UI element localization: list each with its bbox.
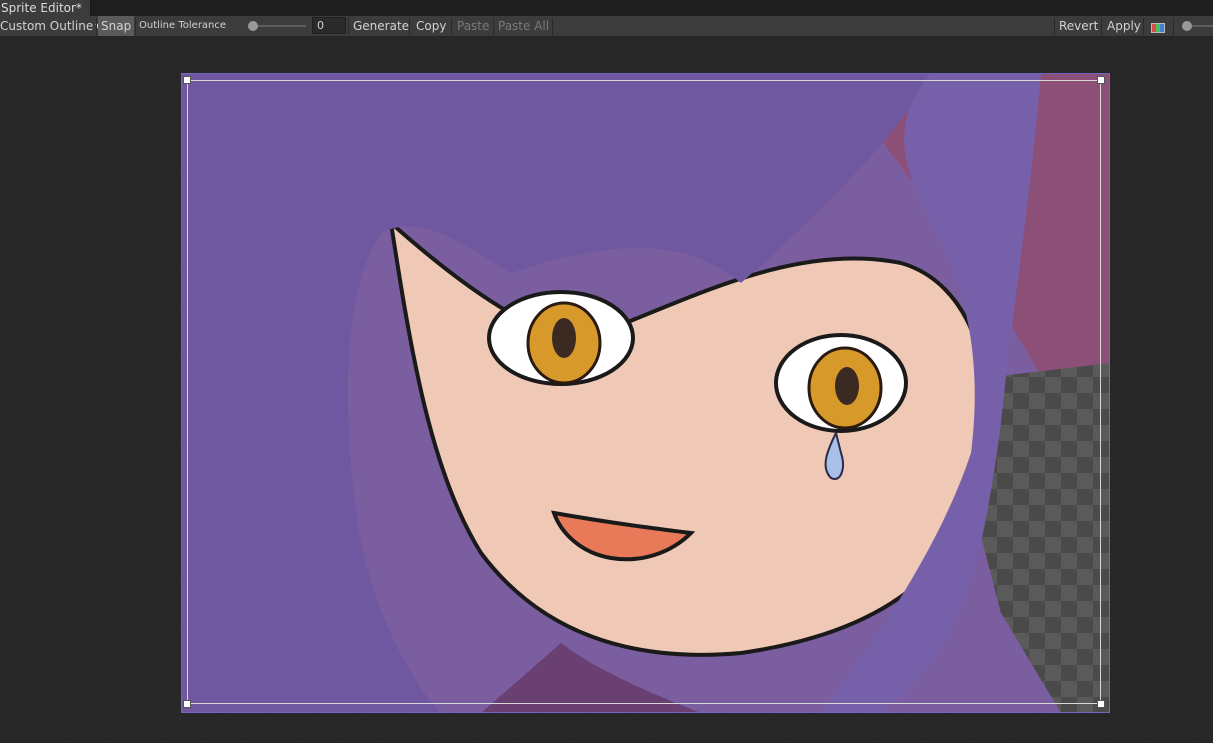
apply-button[interactable]: Apply: [1104, 16, 1144, 36]
outline-vertex-handle[interactable]: [1097, 76, 1105, 84]
toolbar: Custom Outline▼ Snap Outline Tolerance 0…: [0, 16, 1213, 37]
generate-button[interactable]: Generate: [350, 16, 412, 36]
outline-vertex-handle[interactable]: [183, 700, 191, 708]
divider: [451, 18, 452, 35]
divider: [409, 18, 410, 35]
divider: [1173, 18, 1174, 35]
tab-bar: Sprite Editor*: [0, 0, 1213, 16]
outline-tolerance-input[interactable]: 0: [312, 17, 346, 34]
outline-tolerance-label: Outline Tolerance: [139, 20, 227, 31]
zoom-slider-knob[interactable]: [1182, 21, 1192, 31]
paste-all-button[interactable]: Paste All: [495, 16, 552, 36]
outline-tolerance-slider[interactable]: [250, 25, 306, 27]
snap-toggle[interactable]: Snap: [98, 16, 135, 36]
divider: [1143, 18, 1144, 35]
copy-button[interactable]: Copy: [413, 16, 449, 36]
divider: [135, 18, 136, 35]
outline-tolerance-slider-knob[interactable]: [248, 21, 258, 31]
divider: [96, 18, 97, 35]
outline-vertex-handle[interactable]: [1097, 700, 1105, 708]
outline-vertex-handle[interactable]: [183, 76, 191, 84]
paste-button[interactable]: Paste: [454, 16, 492, 36]
mode-dropdown[interactable]: Custom Outline▼: [0, 16, 104, 36]
divider: [348, 18, 349, 35]
tab-sprite-editor[interactable]: Sprite Editor*: [0, 0, 91, 16]
divider: [493, 18, 494, 35]
divider: [1101, 18, 1102, 35]
rgb-channels-icon[interactable]: [1150, 20, 1166, 33]
sprite-image: [181, 73, 1110, 713]
divider: [1054, 18, 1055, 35]
revert-button[interactable]: Revert: [1056, 16, 1101, 36]
mode-dropdown-label: Custom Outline: [0, 19, 94, 33]
divider: [552, 18, 553, 35]
